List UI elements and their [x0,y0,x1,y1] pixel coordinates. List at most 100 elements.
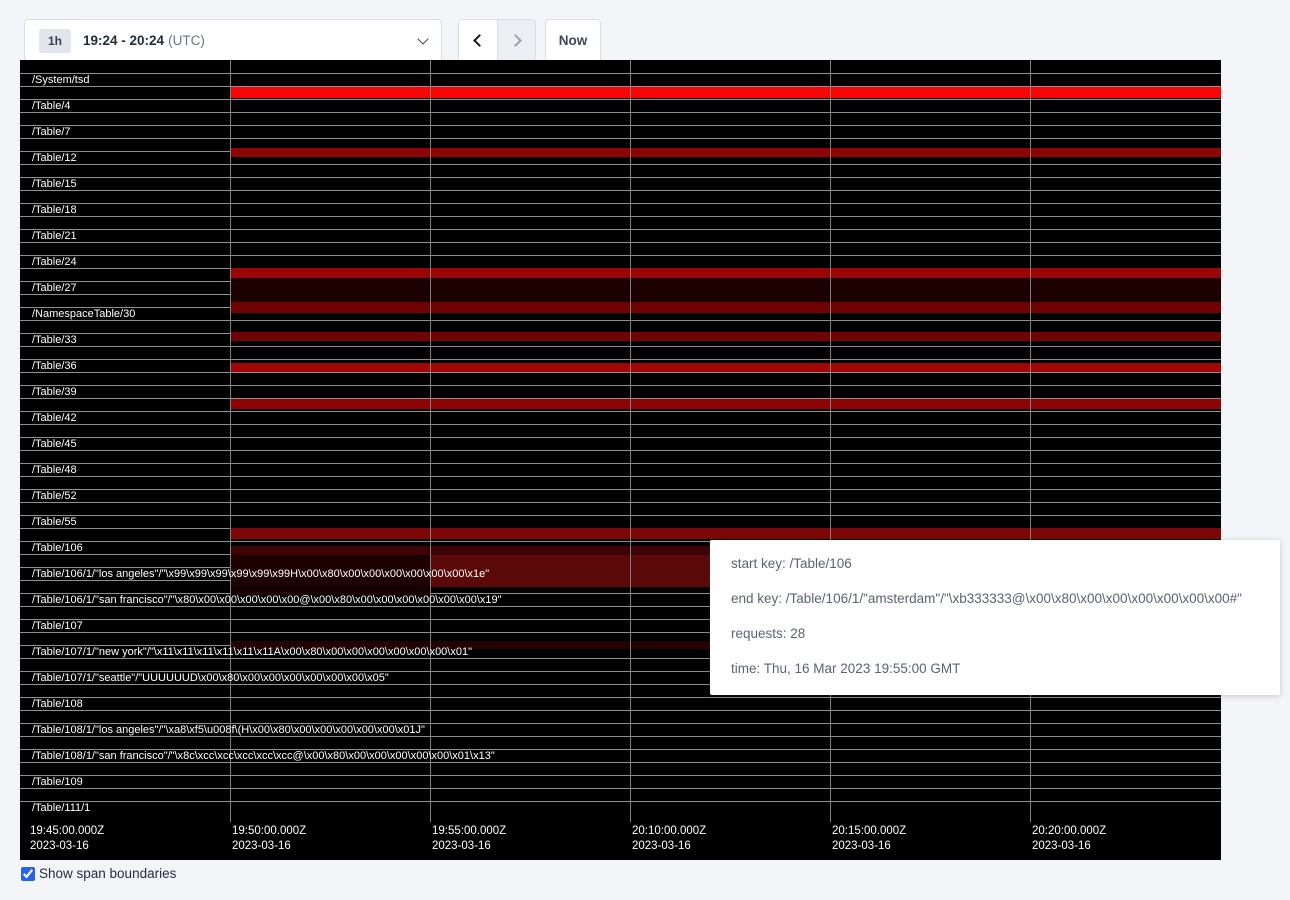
heat-band[interactable] [230,332,1221,341]
span-boundary-line [20,216,1221,217]
next-time-button[interactable] [497,20,535,61]
tooltip-start-key: start key: /Table/106 [731,556,1259,571]
heat-band[interactable] [230,399,1221,409]
span-boundary-line [20,710,1221,711]
heat-band[interactable] [230,278,1221,302]
now-button[interactable]: Now [545,19,601,62]
span-boundary-line [20,450,1221,451]
span-label: /Table/7 [32,125,71,138]
heat-band[interactable] [230,528,1221,539]
key-visualizer-page: 1h 19:24 - 20:24 (UTC) Now /System/tsd/Ta… [0,0,1290,900]
toolbar: 1h 19:24 - 20:24 (UTC) Now [0,0,1290,62]
time-range-select[interactable]: 1h 19:24 - 20:24 (UTC) [24,19,442,62]
x-axis-tick-date: 2023-03-16 [232,839,291,854]
time-range-utc-suffix: (UTC) [168,33,205,48]
span-boundary-line [20,203,1221,204]
span-label: /Table/106/1/"san francisco"/"\x80\x00\x… [32,593,502,606]
span-boundary-line [20,697,1221,698]
chevron-left-icon [473,34,486,47]
x-axis-tick-date: 2023-03-16 [1032,839,1091,854]
show-span-boundaries-label: Show span boundaries [39,866,176,881]
span-boundary-line [20,788,1221,789]
span-label: /Table/45 [32,437,77,450]
span-boundary-line [20,242,1221,243]
span-boundary-line [20,515,1221,516]
span-boundary-line [20,437,1221,438]
span-label: /Table/111/1 [32,801,90,814]
time-range-text: 19:24 - 20:24 (UTC) [83,33,205,48]
heat-band[interactable] [230,302,1221,313]
span-label: /Table/107/1/"new york"/"\x11\x11\x11\x1… [32,645,472,658]
x-axis-tick-time: 19:50:00.000Z [232,824,306,839]
x-axis-tick-time: 20:15:00.000Z [832,824,906,839]
heat-band[interactable] [230,268,1221,278]
heat-band[interactable] [230,363,1221,372]
span-label: /Table/33 [32,333,77,346]
span-label: /Table/21 [32,229,77,242]
prev-time-button[interactable] [459,20,497,61]
x-axis-tick-date: 2023-03-16 [832,839,891,854]
span-boundary-line [20,736,1221,737]
span-label: /Table/107 [32,619,83,632]
span-boundary-line [20,346,1221,347]
heat-band[interactable] [230,87,1221,98]
time-nav-group [458,19,536,62]
tooltip-requests: requests: 28 [731,626,1259,641]
heat-band[interactable] [230,148,1221,157]
key-visualizer-canvas[interactable]: /System/tsd/Table/4/Table/7/Table/12/Tab… [20,60,1221,860]
span-boundary-line [20,359,1221,360]
span-boundary-line [20,320,1221,321]
span-label: /Table/42 [32,411,77,424]
x-axis-tick-time: 19:55:00.000Z [432,824,506,839]
x-axis-tick-date: 2023-03-16 [432,839,491,854]
span-boundary-line [20,424,1221,425]
x-axis-tick-time: 20:10:00.000Z [632,824,706,839]
span-boundary-line [20,463,1221,464]
span-label: /Table/108 [32,697,83,710]
span-boundary-line [20,125,1221,126]
span-boundary-line [20,372,1221,373]
span-boundary-line [20,229,1221,230]
time-range-duration-badge: 1h [39,29,71,53]
span-label: /Table/18 [32,203,77,216]
time-range-value: 19:24 - 20:24 [83,33,164,48]
span-label: /Table/106/1/"los angeles"/"\x99\x99\x99… [32,567,489,580]
chevron-right-icon [509,34,522,47]
span-boundary-line [20,502,1221,503]
show-span-boundaries-control[interactable]: Show span boundaries [21,866,176,881]
span-label: /Table/4 [32,99,71,112]
span-label: /Table/107/1/"seattle"/"UUUUUUD\x00\x80\… [32,671,389,684]
span-label: /Table/55 [32,515,77,528]
tooltip-end-key: end key: /Table/106/1/"amsterdam"/"\xb33… [731,591,1259,606]
span-label: /Table/27 [32,281,77,294]
time-column-boundary-line [430,60,431,822]
span-boundary-line [20,801,1221,802]
span-boundary-line [20,164,1221,165]
span-boundary-line [20,177,1221,178]
time-column-boundary-line [1030,60,1031,822]
span-boundary-line [20,73,1221,74]
span-label: /Table/36 [32,359,77,372]
time-column-boundary-line [630,60,631,822]
span-boundary-line [20,476,1221,477]
x-axis-tick-date: 2023-03-16 [632,839,691,854]
span-boundary-line [20,190,1221,191]
tooltip-time: time: Thu, 16 Mar 2023 19:55:00 GMT [731,661,1259,676]
hover-tooltip: start key: /Table/106 end key: /Table/10… [710,540,1280,695]
show-span-boundaries-checkbox[interactable] [21,867,35,881]
span-boundary-line [20,99,1221,100]
span-label: /Table/39 [32,385,77,398]
span-boundary-line [20,255,1221,256]
span-boundary-line [20,775,1221,776]
span-label: /Table/108/1/"san francisco"/"\x8c\xcc\x… [32,749,495,762]
x-axis-tick-time: 20:20:00.000Z [1032,824,1106,839]
span-label: /Table/108/1/"los angeles"/"\xa8\xf5\u00… [32,723,425,736]
span-boundary-line [20,138,1221,139]
span-label: /NamespaceTable/30 [32,307,135,320]
span-boundary-line [20,762,1221,763]
span-label: /Table/48 [32,463,77,476]
chevron-down-icon [417,33,428,44]
span-label: /Table/106 [32,541,83,554]
span-label: /Table/24 [32,255,77,268]
time-column-boundary-line [230,60,231,822]
